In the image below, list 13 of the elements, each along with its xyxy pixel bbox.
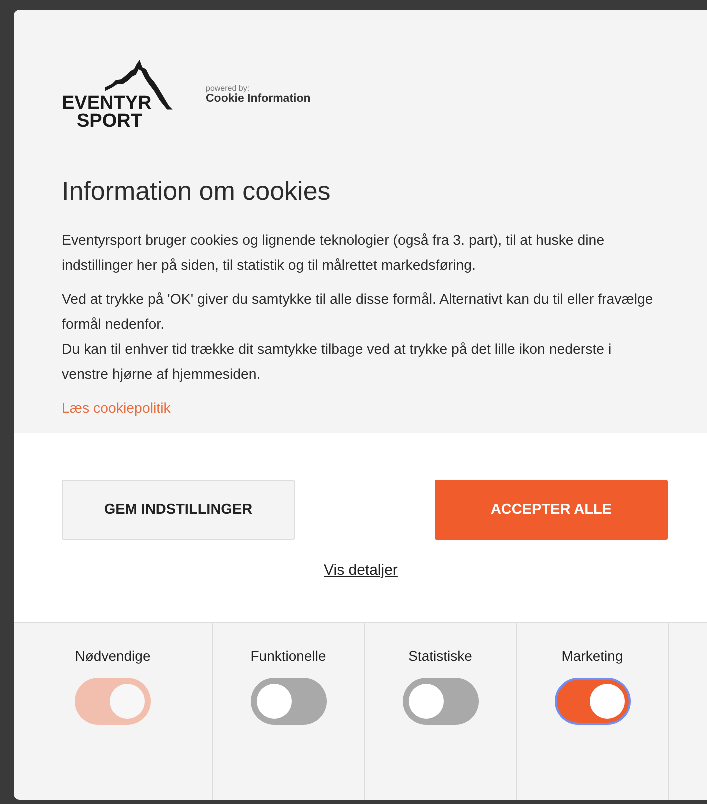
category-label: Marketing xyxy=(562,648,624,664)
category-label: Nødvendige xyxy=(75,648,151,664)
category-label: Funktionelle xyxy=(250,648,326,664)
details-link[interactable]: Vis detaljer xyxy=(324,562,398,579)
dialog-title: Information om cookies xyxy=(62,176,332,207)
description-text: Ved at trykke på 'OK' giver du samtykke til alle disse formål. Alternativt kan du til eller fravælge formål nedenfor. Du kan til enhver tid trække dit samtykke tilbage ved at trykke på det lille ikon nederste i venstre hjørne af hjemmesiden. xyxy=(62,291,654,385)
category-label: Statistiske xyxy=(408,648,472,664)
description-text: Eventyrsport bruger cookies og lignende teknologier (også fra 3. part), til at huske dine indstillinger her på siden, til statistik og til målrettet markedsføring. xyxy=(62,232,606,276)
logo-text: SPORT xyxy=(77,112,142,132)
powered-by-label: powered by: xyxy=(206,84,251,93)
logo-text: EVENTYR xyxy=(62,94,152,114)
provider-name: Cookie Information xyxy=(206,93,311,105)
consent-button[interactable]: GEM INDSTILLINGER xyxy=(62,480,295,540)
